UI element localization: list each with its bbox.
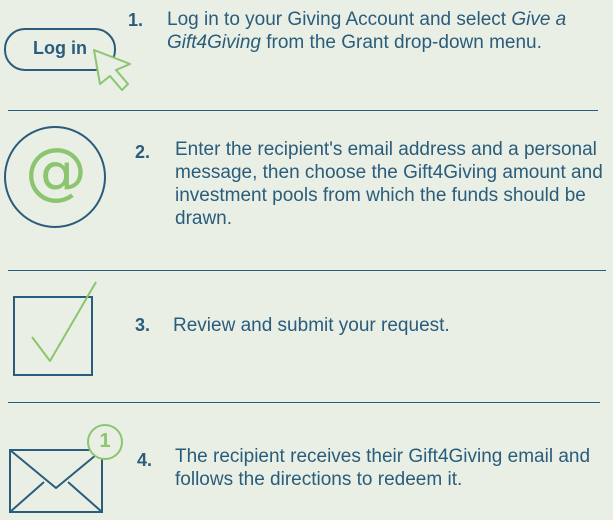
step-2-number: 2.: [135, 142, 151, 162]
step-3-number: 3.: [135, 315, 151, 335]
checkbox-check-icon: [13, 281, 97, 376]
step-1-text-before: Log in to your Giving Account and select: [167, 9, 512, 30]
login-button-label: Log in: [33, 38, 87, 58]
divider-2: [8, 270, 606, 271]
divider-3: [8, 402, 600, 403]
envelope-icon: [9, 424, 123, 513]
step-1-number: 1.: [128, 10, 144, 30]
at-sign-glyph: @: [25, 134, 87, 207]
step-4-text: The recipient receives their Gift4Giving…: [175, 446, 591, 490]
step-3-text: Review and submit your request.: [173, 315, 450, 336]
cursor-pointer-icon: [93, 49, 131, 91]
divider-1: [8, 110, 598, 111]
step-1-text: Log in to your Giving Account and select…: [167, 8, 587, 54]
notification-badge-count: 1: [99, 430, 111, 452]
step-1-text-after: from the Grant drop-down menu.: [260, 32, 542, 53]
step-4-number: 4.: [137, 450, 153, 470]
step-2-text: Enter the recipient's email address and …: [175, 139, 603, 229]
